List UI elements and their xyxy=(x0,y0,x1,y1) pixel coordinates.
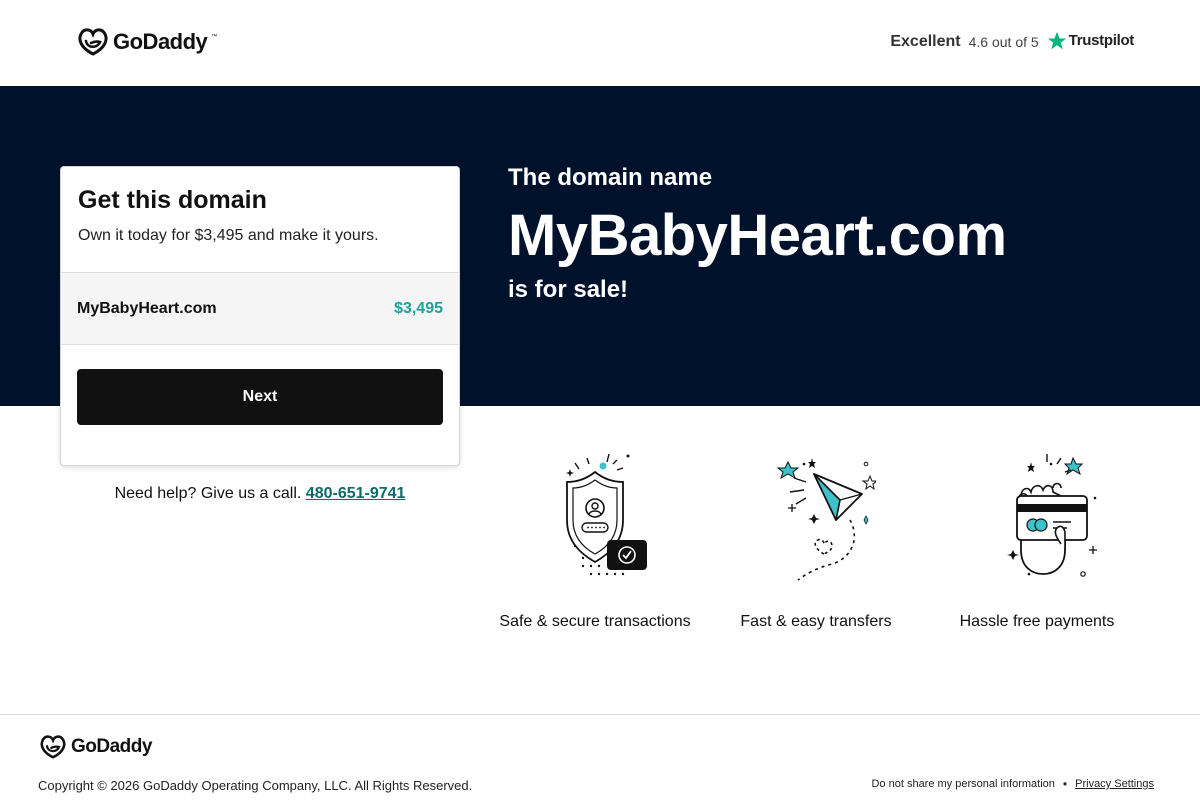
do-not-share-link[interactable]: Do not share my personal information xyxy=(871,778,1054,790)
purchase-card: Get this domain Own it today for $3,495 … xyxy=(60,166,460,466)
domain-price: $3,495 xyxy=(394,300,443,317)
help-phone-link[interactable]: 480-651-9741 xyxy=(306,485,406,502)
help-line: Need help? Give us a call. 480-651-9741 xyxy=(60,485,460,503)
feature-label: Fast & easy transfers xyxy=(740,613,892,630)
feature-payments: Hassle free payments xyxy=(927,450,1147,630)
trustpilot-brand: Trustpilot xyxy=(1068,32,1135,49)
godaddy-logo-text: GoDaddy xyxy=(71,736,152,757)
copyright-text: Copyright © 2026 GoDaddy Operating Compa… xyxy=(38,778,473,793)
footer-links: Do not share my personal information • P… xyxy=(871,777,1154,791)
card-payment-icon xyxy=(1007,454,1097,577)
feature-secure: Safe & secure transactions xyxy=(485,450,705,630)
secure-shield-icon xyxy=(566,453,647,576)
paper-plane-icon xyxy=(776,458,876,581)
footer: GoDaddy Copyright © 2026 GoDaddy Operati… xyxy=(0,714,1200,800)
domain-name: MyBabyHeart.com xyxy=(77,300,217,317)
next-button[interactable]: Next xyxy=(77,369,443,425)
privacy-settings-link[interactable]: Privacy Settings xyxy=(1075,778,1154,790)
godaddy-logo-text: GoDaddy xyxy=(113,29,208,54)
hero-domain-name: MyBabyHeart.com xyxy=(508,203,1007,268)
card-title: Get this domain xyxy=(78,186,267,214)
rating-score: 4.6 out of 5 xyxy=(968,34,1039,50)
rating-label: Excellent xyxy=(890,33,961,50)
hero-post-text: is for sale! xyxy=(508,276,629,303)
footer-godaddy-logo[interactable]: GoDaddy xyxy=(39,735,152,759)
feature-transfers: Fast & easy transfers xyxy=(706,450,926,630)
godaddy-logo-icon xyxy=(40,735,66,759)
domain-price-row: MyBabyHeart.com $3,495 xyxy=(61,272,459,345)
trustpilot-rating[interactable]: Excellent 4.6 out of 5 Trustpilot xyxy=(890,30,1134,51)
star-icon xyxy=(1047,31,1066,49)
header: GoDaddy ™ Excellent 4.6 out of 5 Trustpi… xyxy=(0,0,1200,86)
card-subtitle: Own it today for $3,495 and make it your… xyxy=(78,227,379,244)
separator-dot: • xyxy=(1062,777,1068,791)
godaddy-logo-icon xyxy=(78,28,108,56)
feature-label: Safe & secure transactions xyxy=(499,613,691,630)
help-text: Need help? Give us a call. xyxy=(114,485,302,502)
godaddy-logo[interactable]: GoDaddy ™ xyxy=(77,28,217,56)
hero-pre-text: The domain name xyxy=(508,164,713,191)
feature-label: Hassle free payments xyxy=(959,613,1115,630)
trademark-mark: ™ xyxy=(211,34,218,40)
